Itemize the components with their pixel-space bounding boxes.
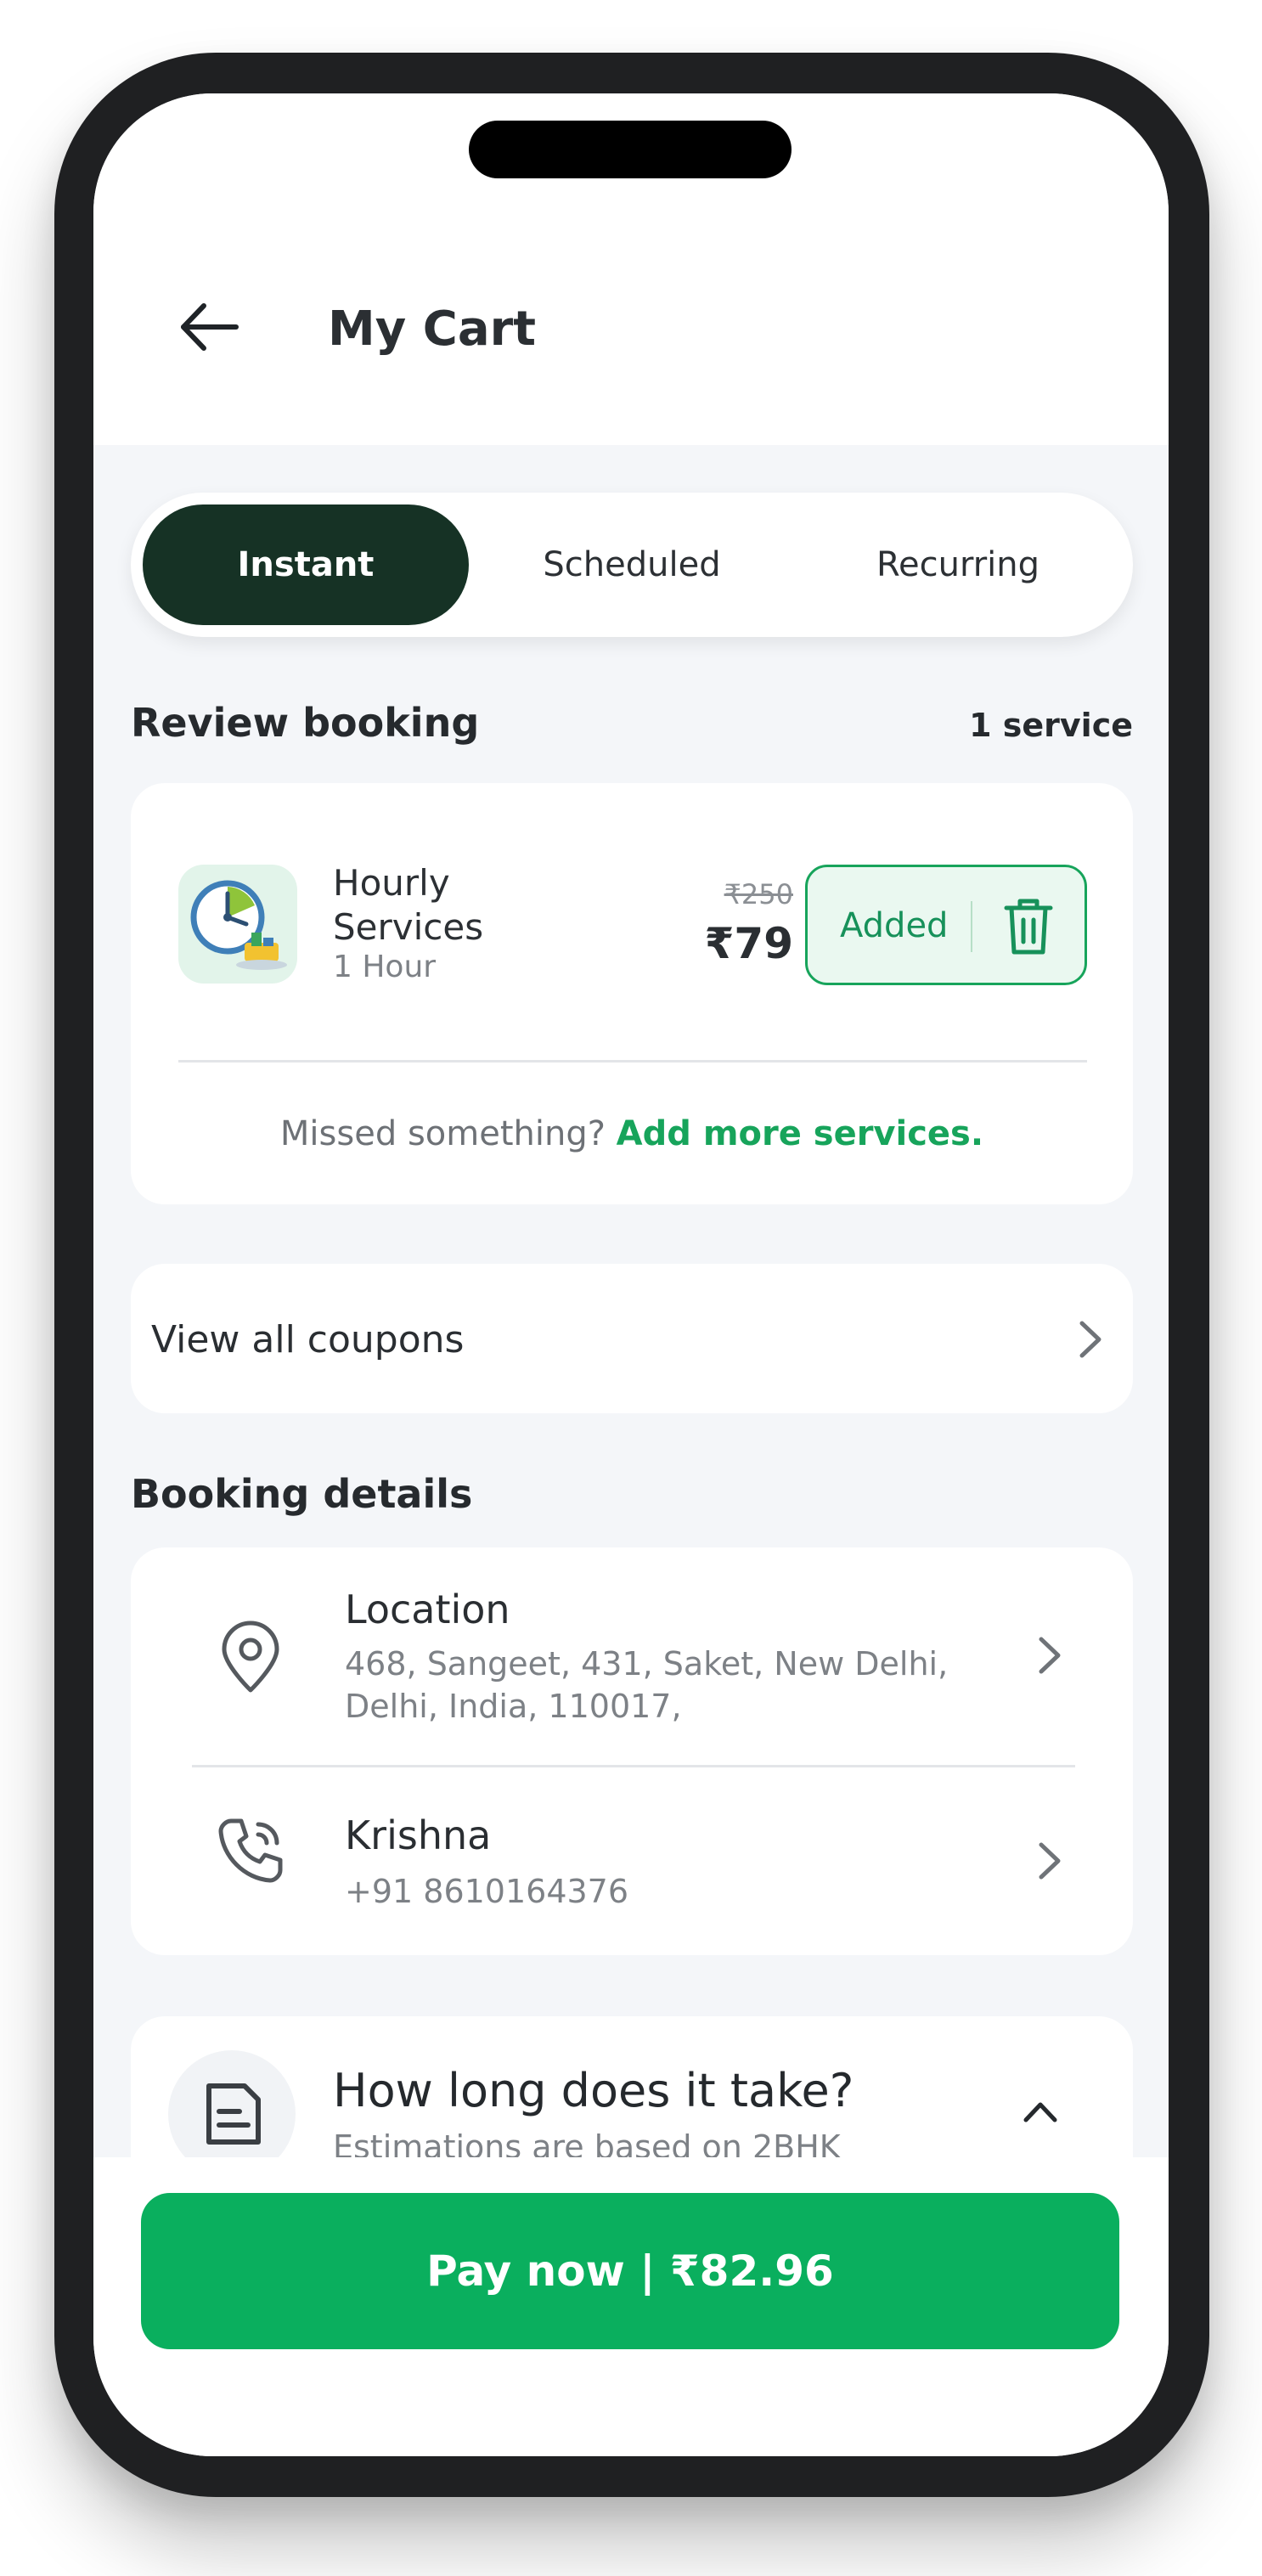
tab-recurring[interactable]: Recurring [795, 504, 1121, 625]
added-label: Added [840, 906, 949, 945]
phone-icon [218, 1818, 283, 1883]
missed-something-row: Missed something? Add more services. [131, 1114, 1133, 1153]
trash-icon [1004, 899, 1053, 955]
tab-scheduled[interactable]: Scheduled [469, 504, 795, 625]
chevron-right-icon [1039, 1637, 1061, 1674]
booking-type-tabs: Instant Scheduled Recurring [131, 493, 1133, 637]
original-price: ₹250 [724, 878, 793, 910]
details-divider [192, 1765, 1075, 1767]
service-duration: 1 Hour [333, 950, 437, 984]
contact-phone: +91 8610164376 [345, 1873, 629, 1910]
page-background: My Cart Instant Scheduled Recurring Revi… [0, 0, 1262, 2576]
phone-screen: My Cart Instant Scheduled Recurring Revi… [93, 93, 1169, 2456]
pay-now-button[interactable]: Pay now | ₹82.96 [141, 2193, 1119, 2349]
location-pin-icon [222, 1621, 279, 1693]
contact-row[interactable]: Krishna +91 8610164376 [131, 1768, 1133, 1955]
card-divider [178, 1060, 1087, 1063]
booking-details-card: Location 468, Sangeet, 431, Saket, New D… [131, 1547, 1133, 1955]
view-coupons-row[interactable]: View all coupons [131, 1264, 1133, 1413]
chevron-right-icon [1079, 1321, 1101, 1358]
remove-item-button[interactable] [1001, 896, 1056, 957]
tab-instant[interactable]: Instant [143, 504, 469, 625]
camera-notch [469, 121, 792, 178]
location-title: Location [345, 1587, 510, 1632]
booking-details-heading: Booking details [131, 1471, 473, 1517]
view-coupons-label: View all coupons [151, 1318, 465, 1361]
chevron-up-icon [1023, 2102, 1057, 2122]
service-thumbnail [178, 865, 297, 984]
discounted-price: ₹79 [704, 919, 793, 968]
page-title: My Cart [328, 302, 536, 357]
arrow-left-icon [181, 303, 239, 351]
service-count: 1 service [969, 707, 1133, 744]
contact-name: Krishna [345, 1812, 492, 1858]
missed-text: Missed something? [279, 1114, 606, 1153]
clock-icon [190, 880, 287, 970]
add-more-services-link[interactable]: Add more services. [617, 1114, 983, 1153]
chevron-right-icon [1039, 1842, 1061, 1880]
review-booking-card: Hourly Services 1 Hour ₹250 ₹79 Added Mi… [131, 783, 1133, 1204]
location-row[interactable]: Location 468, Sangeet, 431, Saket, New D… [131, 1547, 1133, 1765]
how-long-title: How long does it take? [333, 2064, 854, 2117]
review-booking-heading: Review booking [131, 700, 480, 746]
back-button[interactable] [175, 297, 243, 357]
location-address: 468, Sangeet, 431, Saket, New Delhi, Del… [345, 1645, 949, 1725]
button-divider [971, 901, 972, 952]
bottom-pay-bar: Pay now | ₹82.96 [93, 2157, 1169, 2456]
added-toggle-button[interactable]: Added [805, 865, 1087, 985]
service-name: Hourly Services [333, 862, 484, 948]
